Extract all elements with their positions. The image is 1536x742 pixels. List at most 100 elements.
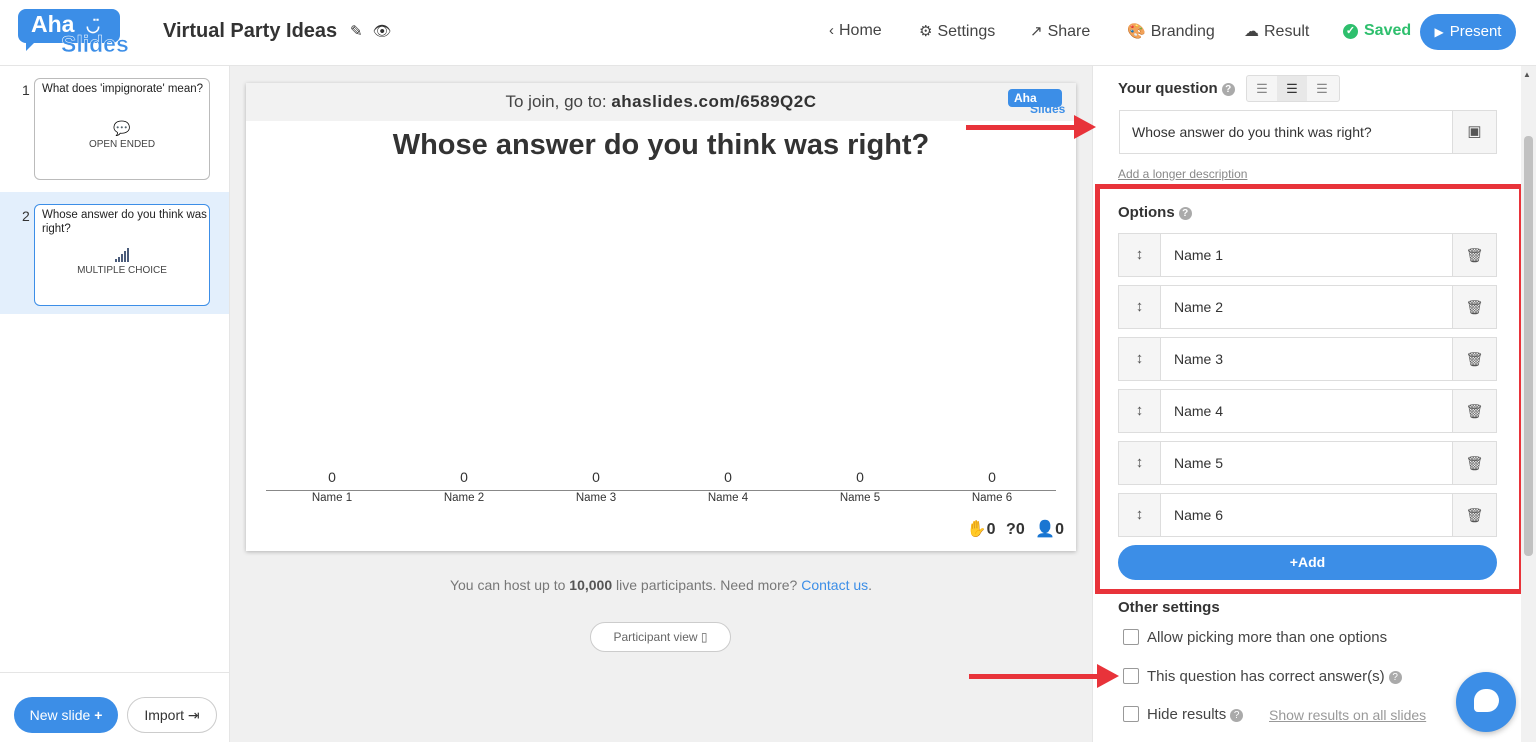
options-highlight-annotation <box>1095 184 1524 594</box>
image-icon[interactable]: ▣ <box>1452 110 1497 154</box>
saved-label: Saved <box>1364 22 1412 39</box>
checkbox[interactable] <box>1123 706 1139 722</box>
checkbox-label: This question has correct answer(s) <box>1147 668 1385 685</box>
slide-card[interactable]: Whose answer do you think was right? MUL… <box>34 204 210 306</box>
results-bar-chart: 0 Name 1 0 Name 2 0 Name 3 0 Name 4 0 Name 5 0 Name… <box>266 463 1056 513</box>
slide-list-actions: New slide + Import ⇥ <box>0 672 229 742</box>
checkbox[interactable] <box>1123 668 1139 684</box>
chart-category-label: Name 6 <box>971 492 1013 504</box>
your-question-text: Your question <box>1118 80 1218 97</box>
add-description-link[interactable]: Add a longer description <box>1118 167 1247 181</box>
participation-stats: ✋0 ?0 👤0 <box>961 519 1064 539</box>
chart-bar-value: 0 <box>460 469 468 485</box>
show-results-all-link[interactable]: Show results on all slides <box>1269 707 1426 723</box>
slide-thumb-2[interactable]: 2 Whose answer do you think was right? M… <box>0 192 229 314</box>
align-left-icon[interactable]: ☰ <box>1247 76 1277 101</box>
checkbox-label: Allow picking more than one options <box>1147 629 1388 646</box>
host-note-prefix: You can host up to <box>449 577 566 593</box>
chart-bar-column: 0 Name 5 <box>794 469 926 504</box>
checkbox[interactable] <box>1123 629 1139 645</box>
scroll-up-icon[interactable]: ▲ <box>1523 70 1531 79</box>
speech-bubble-icon: 💬 <box>113 120 131 136</box>
import-label: Import <box>144 707 185 723</box>
checkbox-label: Hide results <box>1147 706 1227 723</box>
import-file-icon: ⇥ <box>187 707 200 723</box>
slide-thumb-1[interactable]: 1 What does 'impignorate' mean? 💬 OPEN E… <box>0 66 229 188</box>
questions-count: 0 <box>1015 521 1025 538</box>
other-settings-label: Other settings <box>1118 599 1220 616</box>
canvas-logo: Aha Slides <box>1008 89 1068 117</box>
annotation-arrow-correct <box>969 664 1119 688</box>
new-slide-button[interactable]: New slide + <box>14 697 118 733</box>
chart-bar-column: 0 Name 2 <box>398 469 530 504</box>
saved-status: ✓ Saved <box>1343 22 1411 40</box>
host-note-count: 10,000 <box>569 577 613 593</box>
nav-share[interactable]: ↗ Share <box>1030 22 1090 41</box>
join-prefix: To join, go to: <box>505 92 607 111</box>
question-input[interactable]: Whose answer do you think was right? <box>1119 110 1453 154</box>
chart-bar-column: 0 Name 1 <box>266 469 398 504</box>
chart-category-label: Name 2 <box>443 492 485 504</box>
join-instructions: To join, go to: ahaslides.com/6589Q2C <box>246 83 1076 121</box>
participants-icon: 👤 <box>1035 521 1056 538</box>
eye-icon[interactable]: 👁 <box>373 23 392 40</box>
nav-share-label: Share <box>1047 23 1091 40</box>
nav-home[interactable]: ‹ Home <box>829 22 882 40</box>
nav-home-label: Home <box>839 22 882 39</box>
contact-us-link[interactable]: Contact us <box>801 577 868 593</box>
chart-bar-value: 0 <box>988 469 996 485</box>
presentation-title[interactable]: Virtual Party Ideas <box>163 20 337 43</box>
checkbox-multi-select[interactable]: Allow picking more than one options <box>1123 629 1387 646</box>
nav-branding[interactable]: 🎨 Branding <box>1127 22 1215 41</box>
present-button[interactable]: ▶ Present <box>1420 14 1516 50</box>
slide-card[interactable]: What does 'impignorate' mean? 💬 OPEN END… <box>34 78 210 180</box>
import-button[interactable]: Import ⇥ <box>127 697 217 733</box>
top-bar: Aha ◡̈ Slides Virtual Party Ideas ✎ 👁 ‹ H… <box>0 0 1536 66</box>
chart-category-label: Name 4 <box>707 492 749 504</box>
present-label: Present <box>1449 23 1502 40</box>
play-icon: ▶ <box>1434 25 1444 39</box>
help-icon[interactable]: ? <box>1221 83 1235 96</box>
gear-icon: ⚙ <box>919 23 933 40</box>
host-note-suffix: live participants. Need more? <box>616 577 798 593</box>
nav-result[interactable]: ☁ Result <box>1244 22 1309 41</box>
chart-category-label: Name 5 <box>839 492 881 504</box>
slide-canvas[interactable]: To join, go to: ahaslides.com/6589Q2C Ah… <box>246 83 1076 551</box>
phone-icon: ▯ <box>700 630 708 644</box>
slide-editor-panel: Your question? ☰ ☰ ☰ Whose answer do you t… <box>1092 66 1536 742</box>
checkbox-correct-answers[interactable]: This question has correct answer(s)? <box>1123 668 1402 685</box>
slide-type: OPEN ENDED <box>88 139 156 150</box>
nav-settings[interactable]: ⚙ Settings <box>919 22 995 41</box>
chat-support-button[interactable] <box>1456 672 1516 732</box>
chart-bar-value: 0 <box>592 469 600 485</box>
ahaslides-logo[interactable]: Aha ◡̈ Slides <box>18 9 134 59</box>
chart-bar-value: 0 <box>328 469 336 485</box>
canvas-logo-bottom: Slides <box>1030 102 1066 116</box>
help-icon[interactable]: ? <box>1388 671 1402 684</box>
align-right-icon[interactable]: ☰ <box>1307 76 1337 101</box>
slide-title: Whose answer do you think was right? <box>392 129 930 161</box>
slide-list-panel: 1 What does 'impignorate' mean? 💬 OPEN E… <box>0 66 230 742</box>
share-icon: ↗ <box>1030 23 1043 40</box>
nav-result-label: Result <box>1264 23 1310 40</box>
hands-count: 0 <box>986 521 996 538</box>
align-center-icon[interactable]: ☰ <box>1277 76 1307 101</box>
chart-category-label: Name 3 <box>575 492 617 504</box>
pencil-icon[interactable]: ✎ <box>350 23 363 40</box>
chart-bar-column: 0 Name 6 <box>926 469 1058 504</box>
help-icon[interactable]: ? <box>1230 709 1244 722</box>
your-question-label: Your question? <box>1118 80 1235 97</box>
chart-bar-column: 0 Name 4 <box>662 469 794 504</box>
slide-question: Whose answer do you think was right? <box>42 209 207 235</box>
editor-scrollbar[interactable]: ▲ <box>1521 66 1536 742</box>
nav-settings-label: Settings <box>937 23 996 40</box>
scrollbar-thumb[interactable] <box>1524 136 1533 556</box>
palette-icon: 🎨 <box>1127 23 1146 40</box>
logo-text-bottom: Slides <box>61 31 129 58</box>
participant-view-button[interactable]: Participant view ▯ <box>590 622 731 652</box>
check-circle-icon: ✓ <box>1343 24 1358 39</box>
slide-question: What does 'impignorate' mean? <box>42 83 204 95</box>
chart-category-label: Name 1 <box>311 492 353 504</box>
checkbox-hide-results[interactable]: Hide results? <box>1123 706 1244 723</box>
chevron-left-icon: ‹ <box>829 22 834 39</box>
